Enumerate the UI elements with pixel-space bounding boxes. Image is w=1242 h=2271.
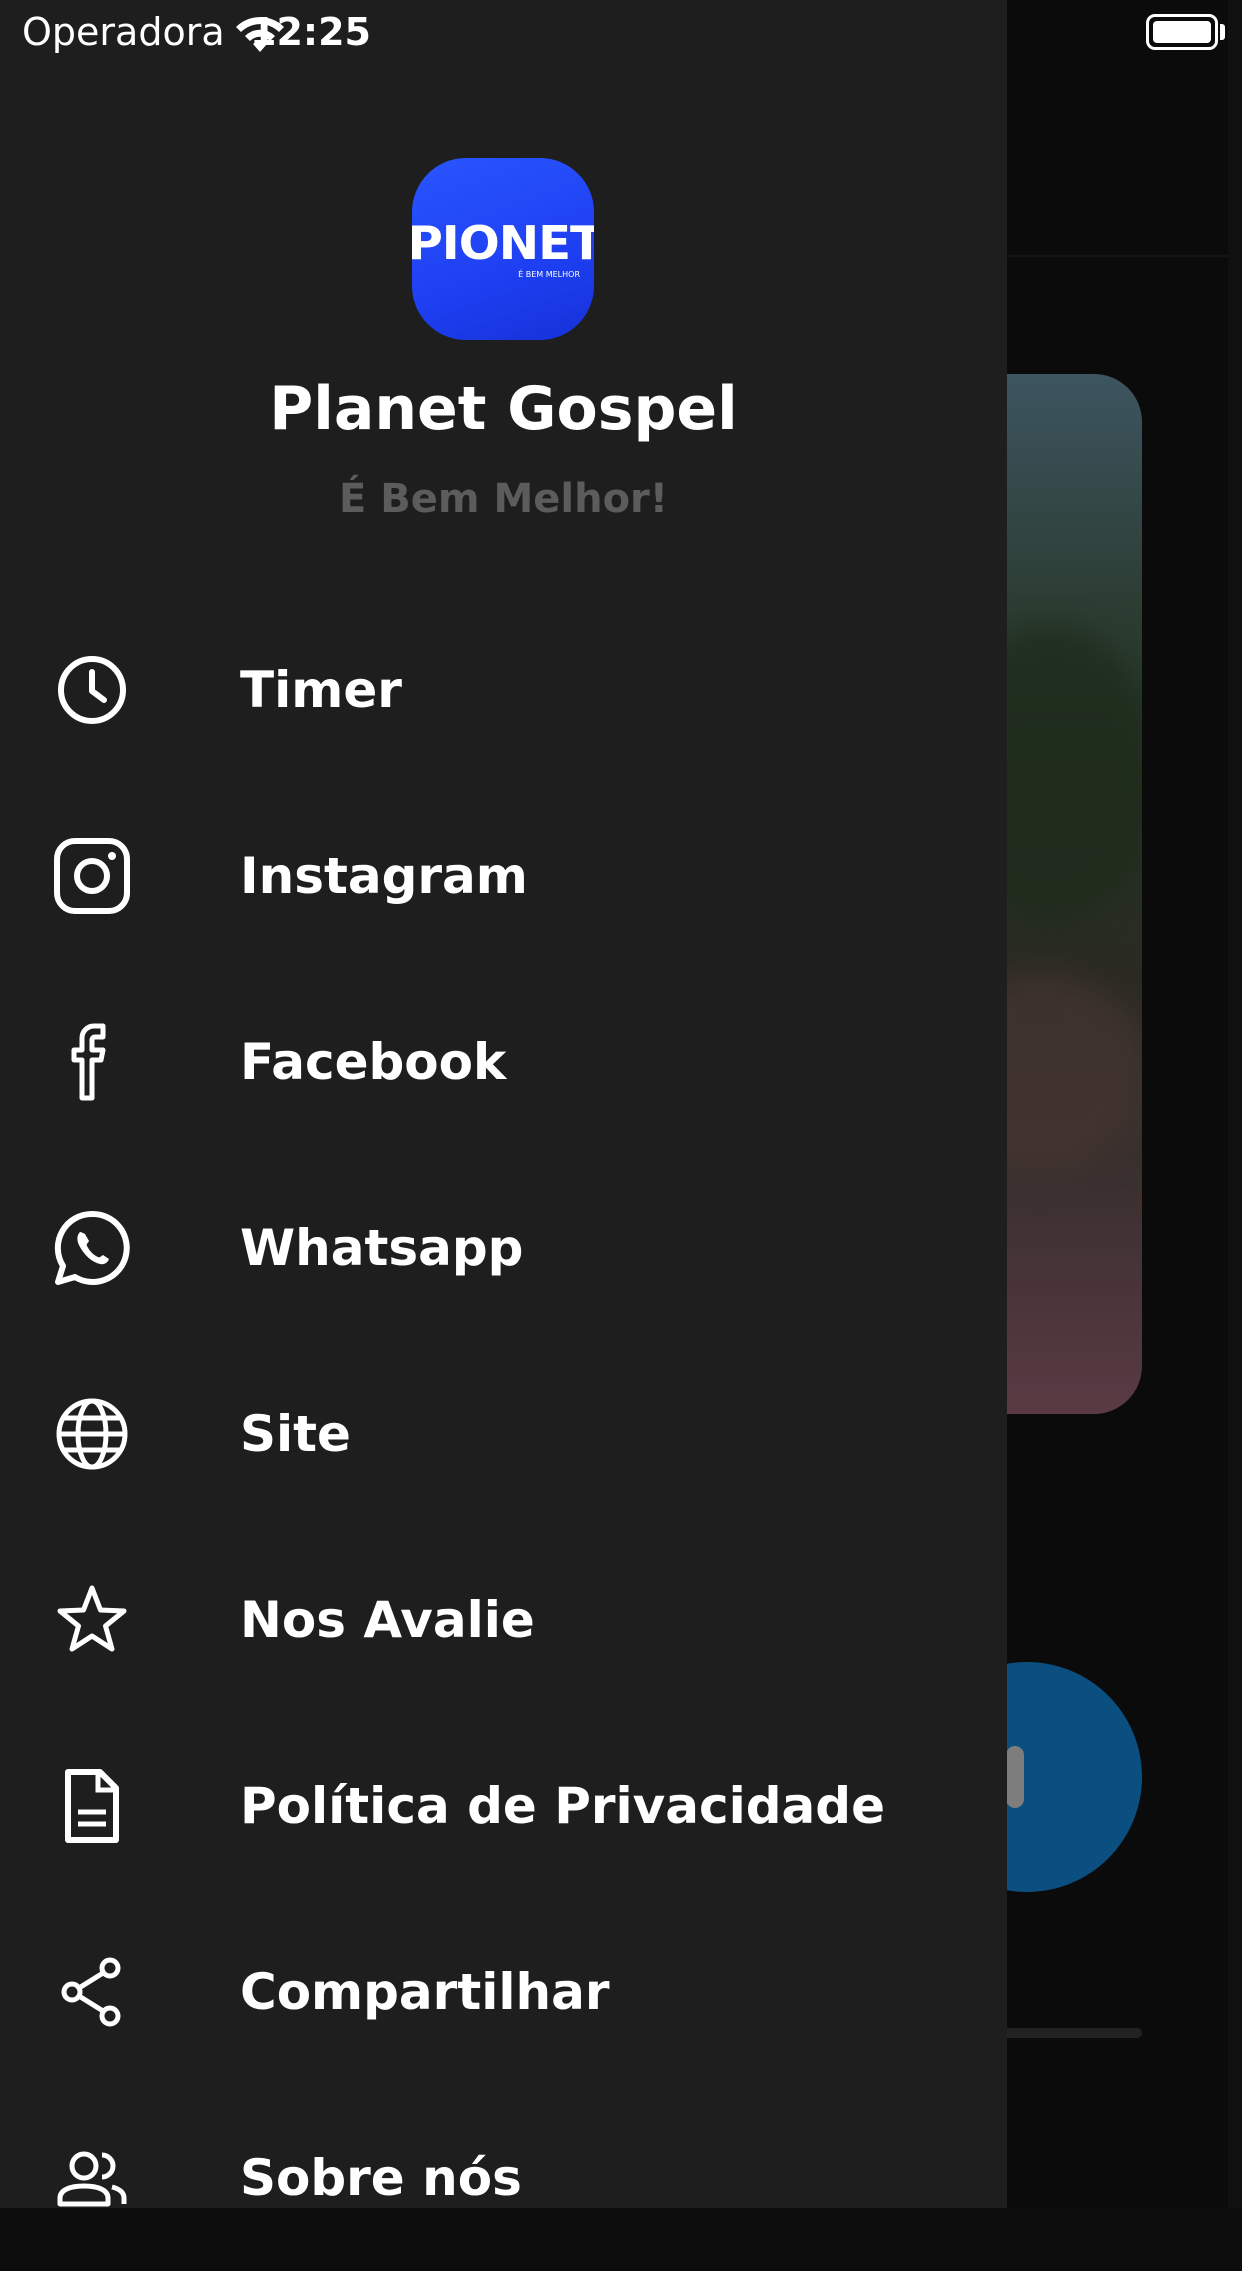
pause-icon [1006,1746,1024,1808]
battery-icon [1146,14,1218,50]
carrier-label: Operadora [22,10,225,54]
menu-item-instagram[interactable]: Instagram [0,783,1007,969]
menu-item-privacy-policy[interactable]: Política de Privacidade [0,1713,1007,1899]
progress-bar[interactable] [1000,2028,1142,2038]
status-bar: Operadora 12:25 [0,0,1242,66]
menu-item-nos-avalie[interactable]: Nos Avalie [0,1527,1007,1713]
logo-text: PIONET [412,216,594,270]
facebook-icon [52,1022,132,1102]
menu-item-whatsapp[interactable]: Whatsapp [0,1155,1007,1341]
header-divider [1000,255,1242,257]
wifi-icon [236,17,284,52]
menu-label: Whatsapp [240,1219,524,1277]
app-title: Planet Gospel [269,374,738,444]
menu-label: Site [240,1405,351,1463]
menu-item-facebook[interactable]: Facebook [0,969,1007,1155]
whatsapp-icon [52,1208,132,1288]
menu-label: Timer [240,661,402,719]
menu-label: Nos Avalie [240,1591,535,1649]
menu-item-site[interactable]: Site [0,1341,1007,1527]
clock-icon [52,650,132,730]
app-logo: PIONET É BEM MELHOR [412,158,594,340]
menu-label: Sobre nós [240,2149,522,2207]
menu-item-timer[interactable]: Timer [0,597,1007,783]
app-subtitle: É Bem Melhor! [338,476,669,522]
logo-tagline: É BEM MELHOR [518,270,580,279]
menu-item-about-us[interactable]: Sobre nós [0,2085,1007,2271]
menu-label: Facebook [240,1033,507,1091]
document-icon [52,1766,132,1846]
navigation-drawer: PIONET É BEM MELHOR Planet Gospel É Bem … [0,0,1007,2208]
star-icon [52,1580,132,1660]
globe-icon [52,1394,132,1474]
instagram-icon [52,836,132,916]
menu-label: Política de Privacidade [240,1777,885,1835]
menu-item-share[interactable]: Compartilhar [0,1899,1007,2085]
menu-label: Instagram [240,847,528,905]
menu-label: Compartilhar [240,1963,610,2021]
share-icon [52,1952,132,2032]
people-icon [52,2138,132,2218]
